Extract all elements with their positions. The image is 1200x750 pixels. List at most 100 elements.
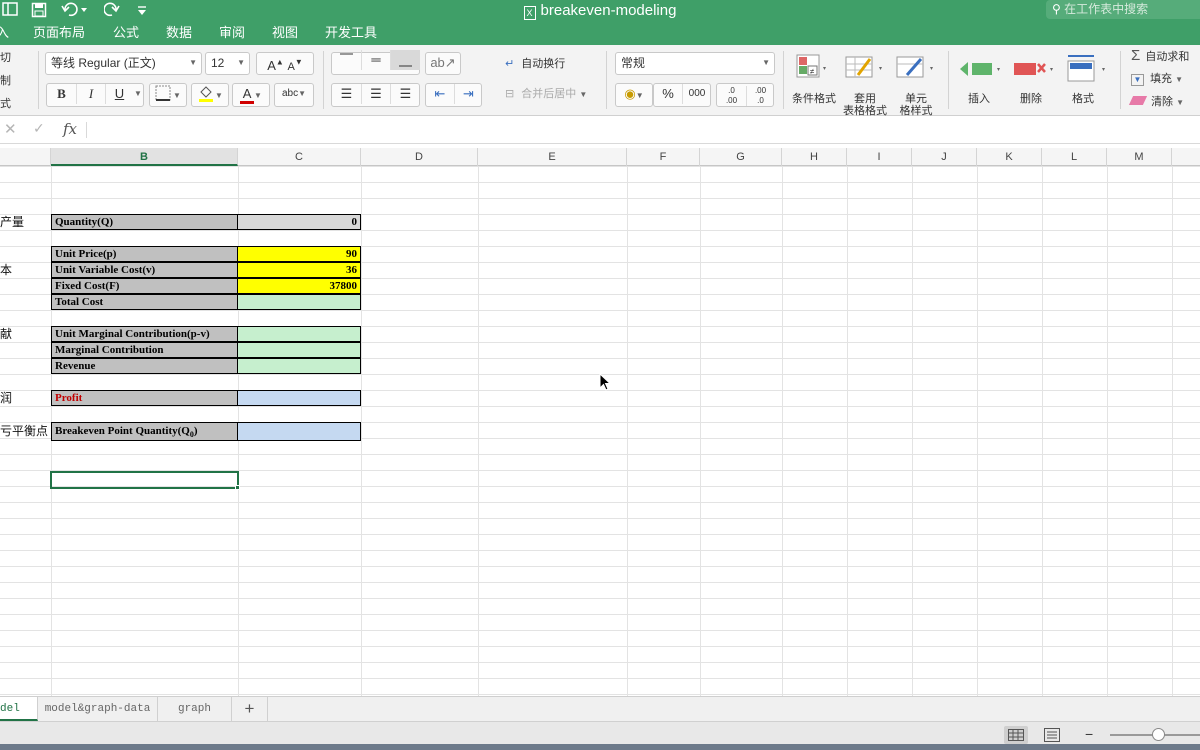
fill-button[interactable]: ▼ 填充 ▼ bbox=[1131, 72, 1183, 87]
cell-value-profit[interactable] bbox=[237, 390, 361, 406]
cell-label-profit[interactable]: Profit bbox=[51, 390, 238, 406]
enter-icon[interactable]: ✓ bbox=[33, 120, 45, 137]
increase-indent-icon[interactable]: ⇥ bbox=[454, 84, 482, 104]
cell-label-unit-marginal-contribution[interactable]: Unit Marginal Contribution(p-v) bbox=[51, 326, 238, 342]
menu-insert[interactable]: 入 bbox=[0, 25, 9, 41]
cell-value-marginal-contribution[interactable] bbox=[237, 342, 361, 358]
cell-value-quantity[interactable]: 0 bbox=[237, 214, 361, 230]
cell-value-unit-marginal-contribution[interactable] bbox=[237, 326, 361, 342]
formula-input[interactable] bbox=[88, 118, 1198, 142]
menu-data[interactable]: 数据 bbox=[166, 25, 192, 41]
column-header-g[interactable]: G bbox=[700, 148, 782, 166]
align-center-icon[interactable]: ☰ bbox=[361, 84, 390, 104]
menu-review[interactable]: 审阅 bbox=[219, 25, 245, 41]
save-icon[interactable] bbox=[31, 2, 47, 18]
font-size-select[interactable]: 12 ▼ bbox=[205, 52, 250, 75]
column-header-c[interactable]: C bbox=[238, 148, 361, 166]
menu-formulas[interactable]: 公式 bbox=[113, 25, 139, 41]
comma-style-button[interactable]: 000 bbox=[682, 84, 711, 104]
column-header-l[interactable]: L bbox=[1042, 148, 1107, 166]
insert-function-icon[interactable]: fx bbox=[63, 120, 77, 138]
active-cell-selection[interactable] bbox=[50, 471, 239, 489]
bold-button[interactable]: B bbox=[47, 84, 76, 104]
insert-cells-button[interactable]: 插入 bbox=[956, 51, 1006, 111]
borders-button[interactable]: ▼ bbox=[149, 83, 187, 107]
phonetic-guide-button[interactable]: abc▼ bbox=[274, 83, 314, 107]
cut-button[interactable]: 切 bbox=[0, 51, 11, 65]
orientation-button[interactable]: ab↗ bbox=[425, 52, 461, 75]
column-header-d[interactable]: D bbox=[361, 148, 478, 166]
sheet-tab-model-graph-data[interactable]: model&graph-data bbox=[38, 697, 158, 721]
increase-decimal-button[interactable]: .0 .00 bbox=[717, 86, 746, 106]
format-painter-button[interactable]: 式 bbox=[0, 97, 11, 111]
merge-center-button[interactable]: ⊟ 合并后居中 ▼ bbox=[505, 87, 587, 102]
number-format-select[interactable]: 常规 ▼ bbox=[615, 52, 775, 75]
align-right-icon[interactable]: ☰ bbox=[390, 84, 420, 104]
column-header-h[interactable]: H bbox=[782, 148, 847, 166]
menu-view[interactable]: 视图 bbox=[272, 25, 298, 41]
column-header-e[interactable]: E bbox=[478, 148, 627, 166]
column-header-j[interactable]: J bbox=[912, 148, 977, 166]
cell-value-unit-variable-cost[interactable]: 36 bbox=[237, 262, 361, 278]
fill-handle[interactable] bbox=[235, 485, 240, 490]
font-name-select[interactable]: 等线 Regular (正文) ▼ bbox=[45, 52, 202, 75]
align-left-icon[interactable]: ☰ bbox=[332, 84, 361, 104]
zoom-out-button[interactable]: − bbox=[1085, 726, 1093, 742]
cell-value-revenue[interactable] bbox=[237, 358, 361, 374]
cell-styles-button[interactable]: 单元 格样式 bbox=[893, 51, 939, 117]
sheet-tab-model[interactable]: del bbox=[0, 697, 38, 721]
column-header-i[interactable]: I bbox=[847, 148, 912, 166]
cell-label-breakeven-quantity[interactable]: Breakeven Point Quantity(Q0) bbox=[51, 422, 238, 441]
decrease-indent-icon[interactable]: ⇤ bbox=[426, 84, 454, 104]
sidebar-toggle-icon[interactable] bbox=[2, 2, 18, 18]
cell-label-total-cost[interactable]: Total Cost bbox=[51, 294, 238, 310]
cell-label-revenue[interactable]: Revenue bbox=[51, 358, 238, 374]
cell-label-fixed-cost[interactable]: Fixed Cost(F) bbox=[51, 278, 238, 294]
column-header-k[interactable]: K bbox=[977, 148, 1042, 166]
worksheet-grid[interactable]: 产量 Quantity(Q) 0 Unit Price(p) 90 本 Unit… bbox=[0, 166, 1200, 696]
decrease-decimal-button[interactable]: .00 .0 bbox=[746, 86, 774, 106]
cell-label-unit-variable-cost[interactable]: Unit Variable Cost(v) bbox=[51, 262, 238, 278]
font-color-button[interactable]: A ▼ bbox=[232, 83, 270, 107]
redo-icon[interactable] bbox=[103, 2, 120, 18]
chevron-down-icon[interactable]: ▼ bbox=[134, 84, 142, 104]
normal-view-button[interactable] bbox=[1004, 726, 1028, 744]
cell-label-quantity[interactable]: Quantity(Q) bbox=[51, 214, 238, 230]
sheet-search-box[interactable]: ⚲ 在工作表中搜索 bbox=[1046, 0, 1200, 19]
autosum-button[interactable]: Σ 自动求和 bbox=[1131, 48, 1189, 64]
percent-button[interactable]: % bbox=[654, 84, 682, 104]
wrap-text-button[interactable]: ↵ 自动换行 bbox=[505, 57, 565, 71]
column-header-m[interactable]: M bbox=[1107, 148, 1172, 166]
italic-button[interactable]: I bbox=[76, 84, 105, 104]
clear-button[interactable]: 清除 ▼ bbox=[1128, 95, 1184, 110]
shrink-font-button[interactable]: A▼ bbox=[287, 58, 302, 73]
menu-page-layout[interactable]: 页面布局 bbox=[33, 25, 85, 41]
column-header-b[interactable]: B bbox=[51, 148, 238, 166]
format-as-table-button[interactable]: 套用 表格格式 bbox=[842, 51, 888, 117]
underline-button[interactable]: U bbox=[105, 84, 133, 104]
column-header-f[interactable]: F bbox=[627, 148, 700, 166]
cell-value-unit-price[interactable]: 90 bbox=[237, 246, 361, 262]
align-middle-icon[interactable]: ═ bbox=[361, 50, 390, 70]
cancel-icon[interactable]: ✕ bbox=[4, 120, 17, 138]
align-top-icon[interactable]: ⎺ bbox=[332, 50, 361, 70]
grow-font-button[interactable]: A▲ bbox=[267, 58, 284, 73]
cell-value-fixed-cost[interactable]: 37800 bbox=[237, 278, 361, 294]
column-header-a[interactable] bbox=[0, 148, 51, 166]
copy-button[interactable]: 制 bbox=[0, 74, 11, 88]
cell-label-marginal-contribution[interactable]: Marginal Contribution bbox=[51, 342, 238, 358]
cell-label-unit-price[interactable]: Unit Price(p) bbox=[51, 246, 238, 262]
zoom-slider-thumb[interactable] bbox=[1152, 728, 1165, 741]
cell-value-total-cost[interactable] bbox=[237, 294, 361, 310]
page-layout-view-button[interactable] bbox=[1040, 726, 1064, 744]
conditional-formatting-button[interactable]: ≠ 条件格式 bbox=[790, 51, 838, 111]
customize-toolbar-icon[interactable] bbox=[136, 2, 148, 18]
add-sheet-button[interactable]: + bbox=[232, 697, 268, 721]
menu-developer[interactable]: 开发工具 bbox=[325, 25, 377, 41]
cell-value-breakeven-quantity[interactable] bbox=[237, 422, 361, 441]
accounting-format-button[interactable]: ◉▼ bbox=[615, 83, 653, 107]
sheet-tab-graph[interactable]: graph bbox=[158, 697, 232, 721]
fill-color-button[interactable]: ▼ bbox=[191, 83, 229, 107]
undo-icon[interactable] bbox=[61, 2, 89, 18]
delete-cells-button[interactable]: 删除 bbox=[1008, 51, 1058, 111]
